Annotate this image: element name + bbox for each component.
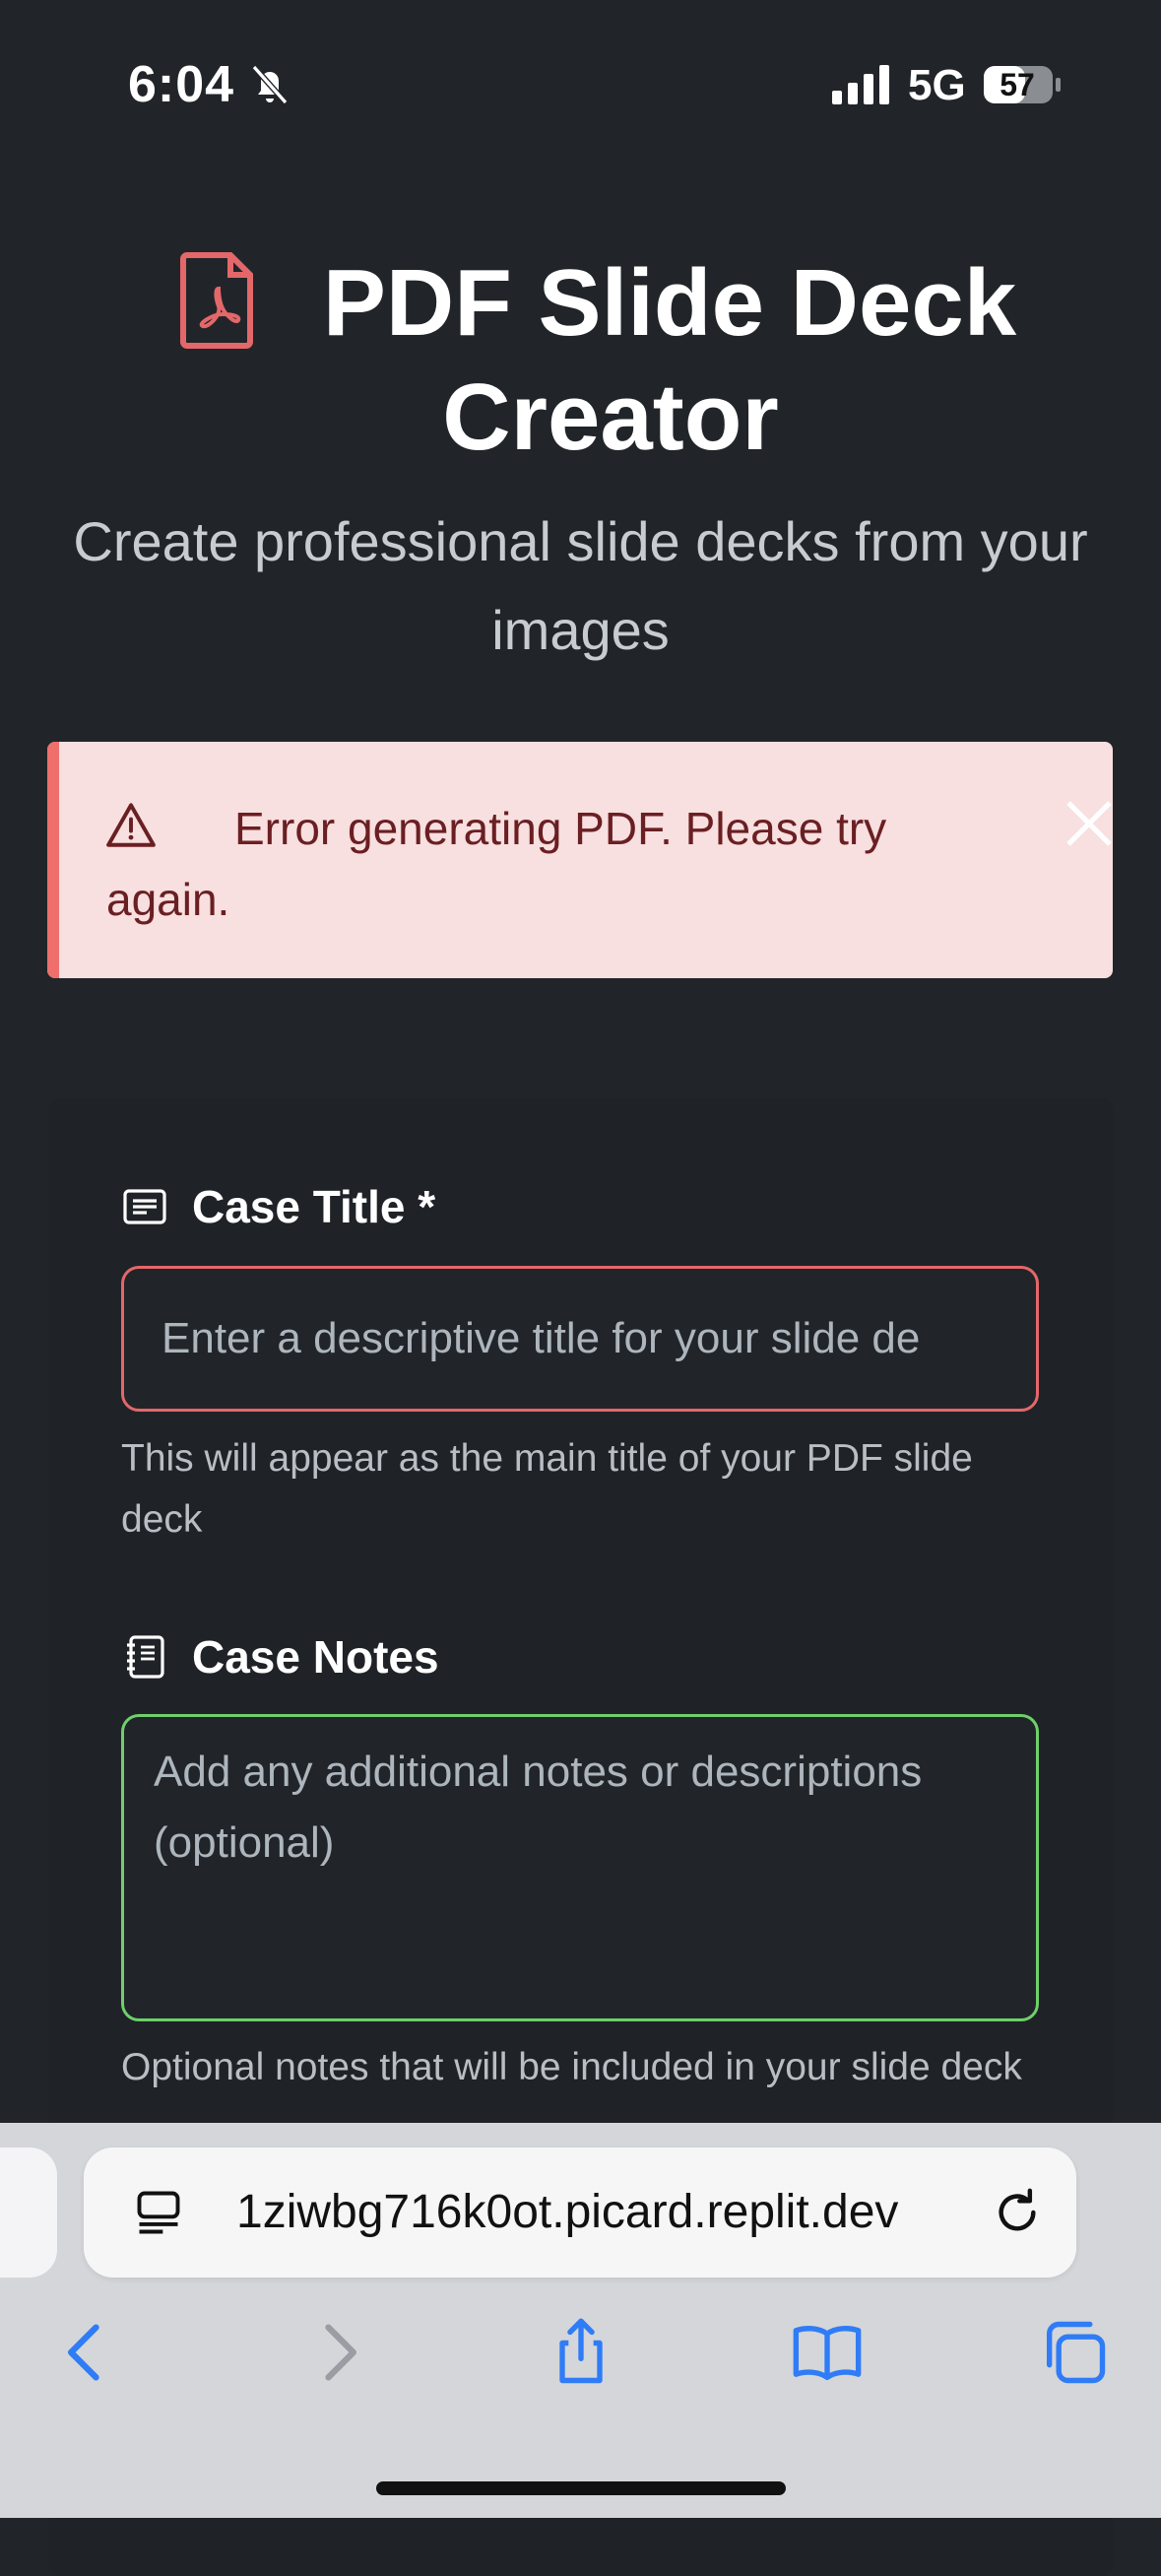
page-title: PDF Slide Deck Creator <box>118 246 1103 475</box>
page-subtitle: Create professional slide decks from you… <box>73 510 1088 661</box>
close-icon[interactable] <box>1062 796 1113 851</box>
silent-bell-icon <box>251 65 289 104</box>
alert-accent-bar <box>47 742 59 978</box>
case-title-input[interactable]: Enter a descriptive title for your slide… <box>121 1266 1039 1412</box>
case-notes-help: Optional notes that will be included in … <box>121 2046 1022 2088</box>
case-title-label: Case Title * <box>121 1177 435 1236</box>
case-notes-label: Case Notes <box>121 1627 439 1686</box>
error-alert: Error generating PDF. Please try again. <box>47 742 1113 978</box>
share-icon[interactable] <box>544 2315 618 2390</box>
previous-tab-peek[interactable] <box>0 2147 57 2278</box>
status-bar: 6:04 5G 57 <box>0 0 1161 172</box>
page-title-line1: PDF Slide Deck <box>322 250 1017 356</box>
battery-level: 57 <box>1000 67 1035 102</box>
case-title-help: This will appear as the main title of yo… <box>121 1437 973 1541</box>
reload-icon[interactable] <box>990 2185 1045 2240</box>
card-text-icon <box>123 1189 166 1224</box>
status-time: 6:04 <box>128 56 235 113</box>
battery-icon: 57 <box>983 65 1062 104</box>
forward-icon[interactable] <box>300 2315 375 2390</box>
network-label: 5G <box>908 61 966 109</box>
bookmarks-icon[interactable] <box>790 2315 865 2390</box>
tabs-icon[interactable] <box>1037 2315 1112 2390</box>
back-icon[interactable] <box>49 2315 124 2390</box>
case-title-label-text: Case Title * <box>192 1181 436 1232</box>
page-title-line2: Creator <box>442 364 779 470</box>
page-menu-icon[interactable] <box>133 2187 184 2238</box>
alert-message: Error generating PDF. Please try again. <box>106 803 887 925</box>
url-text: 1ziwbg716k0ot.picard.replit.dev <box>236 2186 899 2238</box>
home-indicator <box>376 2481 786 2495</box>
address-bar[interactable]: 1ziwbg716k0ot.picard.replit.dev <box>84 2147 1076 2278</box>
case-notes-placeholder: Add any additional notes or descriptions… <box>154 1748 923 1867</box>
signal-icon <box>832 65 889 104</box>
journal-icon <box>127 1635 164 1679</box>
case-notes-label-text: Case Notes <box>192 1631 439 1683</box>
case-notes-textarea[interactable]: Add any additional notes or descriptions… <box>121 1714 1039 2021</box>
case-title-placeholder: Enter a descriptive title for your slide… <box>161 1314 921 1362</box>
